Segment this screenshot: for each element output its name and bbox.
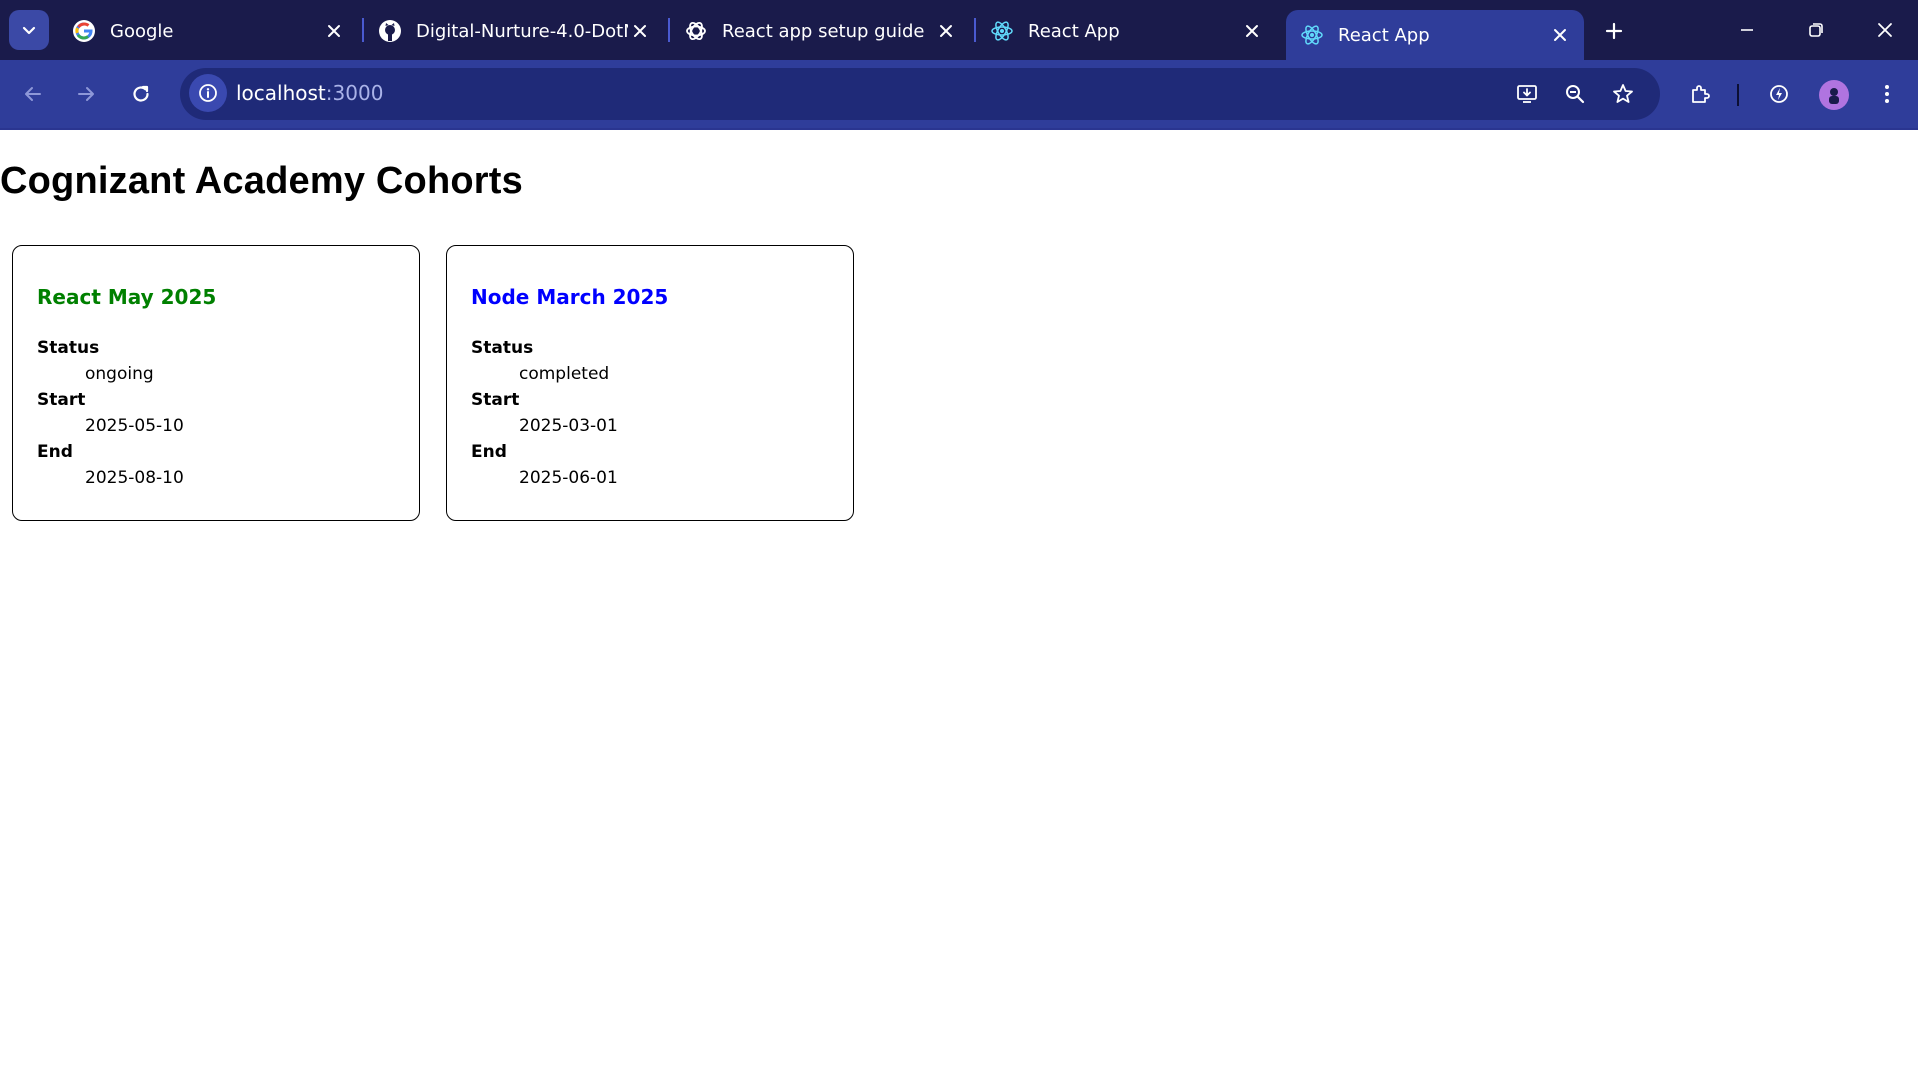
site-info-button[interactable] (189, 74, 227, 112)
arrow-left-icon (25, 87, 41, 101)
status-value: completed (519, 364, 610, 384)
toolbar-bottom-border (0, 128, 1918, 130)
close-window-button[interactable] (1857, 8, 1913, 52)
browser-menu-button[interactable] (1867, 74, 1907, 114)
cohort-card: React May 2025 Status ongoing Start 2025… (12, 245, 420, 521)
google-icon (72, 19, 96, 43)
tab-label: React App (1338, 24, 1430, 46)
more-vertical-icon (1885, 85, 1889, 103)
reload-icon (133, 85, 149, 102)
zoom-button[interactable] (1555, 74, 1595, 114)
status-label: Status (471, 338, 534, 358)
tab-label: React app setup guide (722, 20, 925, 42)
tab-label: Digital-Nurture-4.0-DotN (416, 20, 628, 42)
end-label: End (37, 442, 73, 462)
avatar-icon (1829, 88, 1839, 104)
arrow-right-icon (78, 87, 94, 101)
tab-github[interactable]: Digital-Nurture-4.0-DotN (364, 10, 664, 52)
tab-react-setup-guide[interactable]: React app setup guide (670, 10, 970, 52)
cohort-details: Status ongoing Start 2025-05-10 End 2025… (37, 335, 184, 491)
tab-label: Google (110, 20, 174, 42)
info-icon (199, 84, 217, 102)
back-button[interactable] (13, 74, 53, 114)
toolbar-divider (1737, 84, 1739, 106)
zoom-out-icon (1566, 85, 1585, 104)
tab-react-app[interactable]: React App (976, 10, 1276, 52)
bookmark-button[interactable] (1603, 74, 1643, 114)
react-icon (990, 19, 1014, 43)
close-tab-icon[interactable] (1548, 23, 1572, 47)
new-tab-button[interactable] (1597, 14, 1631, 48)
end-label: End (471, 442, 507, 462)
plus-icon (1605, 22, 1623, 40)
tab-label: React App (1028, 20, 1120, 42)
cohort-name: Node March 2025 (471, 285, 669, 309)
extensions-button[interactable] (1680, 74, 1720, 114)
chatgpt-icon (684, 19, 708, 43)
status-label: Status (37, 338, 100, 358)
cohort-card: Node March 2025 Status completed Start 2… (446, 245, 854, 521)
install-icon (1517, 85, 1537, 103)
start-date: 2025-05-10 (85, 416, 184, 436)
restore-button[interactable] (1788, 8, 1844, 52)
forward-button[interactable] (66, 74, 106, 114)
close-icon (1878, 23, 1892, 37)
url-host: localhost (236, 81, 326, 105)
minimize-button[interactable] (1719, 8, 1775, 52)
minimize-icon (1741, 29, 1753, 31)
page-title: Cognizant Academy Cohorts (0, 160, 523, 202)
reload-button[interactable] (121, 74, 161, 114)
close-tab-icon[interactable] (934, 19, 958, 43)
end-date: 2025-08-10 (85, 468, 184, 488)
restore-icon (1809, 23, 1823, 37)
tab-google[interactable]: Google (58, 10, 358, 52)
url-text[interactable]: localhost:3000 (236, 81, 383, 105)
close-tab-icon[interactable] (322, 19, 346, 43)
star-icon (1613, 84, 1633, 103)
start-label: Start (37, 390, 86, 410)
status-value: ongoing (85, 364, 154, 384)
address-bar[interactable] (180, 68, 1660, 120)
puzzle-icon (1692, 85, 1710, 103)
performance-icon (1770, 85, 1788, 103)
tab-react-app-active[interactable]: React App (1286, 10, 1584, 60)
install-app-button[interactable] (1507, 74, 1547, 114)
close-tab-icon[interactable] (628, 19, 652, 43)
react-icon (1300, 23, 1324, 47)
cohort-details: Status completed Start 2025-03-01 End 20… (471, 335, 618, 491)
start-label: Start (471, 390, 520, 410)
chevron-down-icon (22, 26, 36, 35)
close-tab-icon[interactable] (1240, 19, 1264, 43)
performance-button[interactable] (1759, 74, 1799, 114)
url-port: :3000 (325, 81, 384, 105)
start-date: 2025-03-01 (519, 416, 618, 436)
github-icon (378, 19, 402, 43)
tab-search-button[interactable] (9, 10, 49, 50)
profile-avatar[interactable] (1819, 80, 1849, 110)
cohort-name: React May 2025 (37, 285, 217, 309)
end-date: 2025-06-01 (519, 468, 618, 488)
